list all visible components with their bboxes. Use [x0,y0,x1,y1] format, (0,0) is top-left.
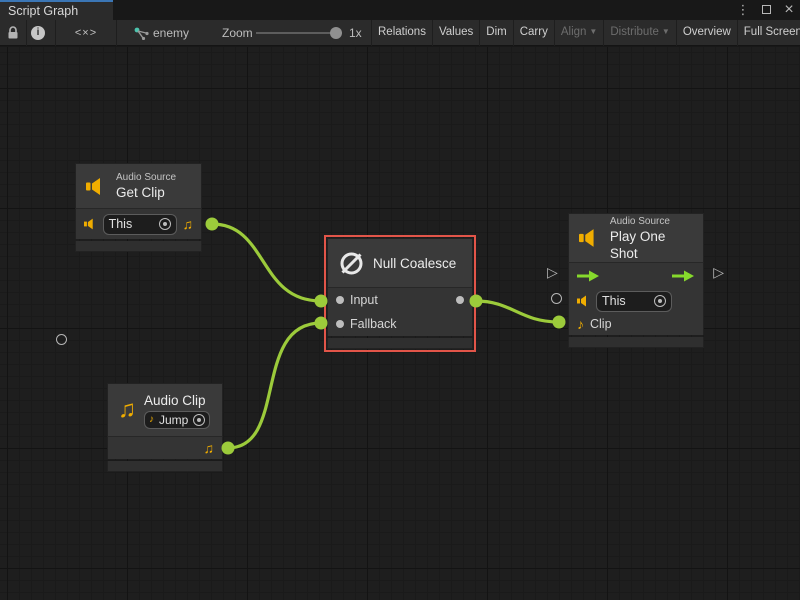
tab-script-graph[interactable]: Script Graph [0,0,113,20]
target-icon[interactable] [654,295,666,307]
this-target-field[interactable]: This [596,291,672,312]
relations-button[interactable]: Relations [372,20,433,46]
chevron-down-icon: ▼ [589,27,597,36]
maximize-icon[interactable] [759,0,773,20]
node-header: Null Coalesce [327,238,473,288]
output-port[interactable] [456,296,464,304]
chevron-down-icon: ▼ [662,27,670,36]
node-footer [327,338,473,349]
node-title: Get Clip [116,184,176,201]
node-title: Play One Shot [610,228,693,262]
window-controls: ⋮ × [736,0,796,20]
fallback-port-row: Fallback [327,312,473,336]
full-screen-button[interactable]: Full Screen [738,20,800,46]
wire-endpoint[interactable] [206,218,219,231]
node-title: Null Coalesce [373,255,456,272]
carry-button[interactable]: Carry [514,20,555,46]
toolbar-buttons: Relations Values Dim Carry Align▼ Distri… [371,20,800,46]
node-category: Audio Source [116,171,176,184]
value-input-port[interactable] [56,334,67,345]
tab-strip: Script Graph ⋮ × [0,0,800,20]
zoom-label: Zoom [222,20,253,46]
node-header: Audio Source Play One Shot [568,213,704,263]
node-title: Audio Clip [144,392,210,409]
audio-source-icon [579,228,602,248]
audio-source-icon [577,295,590,307]
audio-source-icon [84,218,97,230]
clip-port-row: ♪ Clip [568,313,704,335]
this-port-row: This [568,289,704,313]
flow-in-arrow-icon[interactable] [577,270,600,282]
fallback-port[interactable] [336,320,344,328]
overview-button[interactable]: Overview [677,20,738,46]
distribute-dropdown[interactable]: Distribute▼ [604,20,677,46]
graph-reference-icon [132,20,150,46]
node-port-row: ♫ [107,437,223,459]
toolbar: i <×> enemy Zoom 1x Relations Values Dim… [0,20,800,46]
close-icon[interactable]: × [782,0,796,20]
wire-getclip-to-input [212,224,321,301]
flow-out-arrow-icon[interactable] [672,270,695,282]
node-null-coalesce[interactable]: Null Coalesce Input Fallback [327,238,473,349]
audioclip-output-icon[interactable]: ♫ [183,217,194,231]
audio-source-icon [86,177,108,196]
node-play-one-shot[interactable]: Audio Source Play One Shot This ♪ Clip [568,213,704,348]
flow-port-row [568,263,704,289]
zoom-value: 1x [349,20,362,46]
output-port-icon[interactable]: ♫ [204,441,215,455]
input-port-row: Input [327,288,473,312]
target-icon[interactable] [193,414,205,426]
node-footer [75,241,202,252]
graph-name-label[interactable]: enemy [153,20,189,46]
info-icon[interactable]: i [27,20,49,46]
values-button[interactable]: Values [433,20,480,46]
node-audio-clip[interactable]: ♫ Audio Clip ♪ Jump ♫ [107,383,223,472]
wire-endpoint[interactable] [315,295,328,308]
audio-clip-icon: ♫ [118,398,136,422]
flow-output-port[interactable]: ▷ [713,265,724,279]
clip-port-icon[interactable]: ♪ [577,317,584,331]
null-coalesce-icon [338,250,365,277]
target-icon[interactable] [159,218,171,230]
node-category: Audio Source [610,215,693,228]
audio-clip-value-field[interactable]: ♪ Jump [144,411,210,429]
align-dropdown[interactable]: Align▼ [555,20,605,46]
wire-output-to-clip [476,301,559,322]
music-note-icon: ♪ [149,415,154,425]
wire-audioclip-to-fallback [228,323,321,448]
code-view-icon[interactable]: <×> [62,20,110,46]
node-get-clip[interactable]: Audio Source Get Clip This ♫ [75,163,202,252]
flow-input-port[interactable]: ▷ [547,265,558,279]
input-port[interactable] [336,296,344,304]
node-header: Audio Source Get Clip [75,163,202,209]
zoom-slider-handle[interactable] [330,27,342,39]
node-header: ♫ Audio Clip ♪ Jump [107,383,223,437]
this-target-field[interactable]: This [103,214,177,235]
wire-endpoint[interactable] [222,442,235,455]
dim-button[interactable]: Dim [480,20,513,46]
wire-endpoint[interactable] [553,316,566,329]
lock-icon[interactable] [2,20,24,46]
this-input-port[interactable] [551,293,562,304]
wire-endpoint[interactable] [315,317,328,330]
node-port-row: This ♫ [75,209,202,239]
graph-canvas[interactable]: Audio Source Get Clip This ♫ ♫ Audio Cli [0,47,800,600]
script-graph-window: Script Graph ⋮ × i <×> enemy Zoom 1x Rel… [0,0,800,600]
node-footer [568,337,704,348]
node-footer [107,461,223,472]
menu-dots-icon[interactable]: ⋮ [736,0,750,20]
